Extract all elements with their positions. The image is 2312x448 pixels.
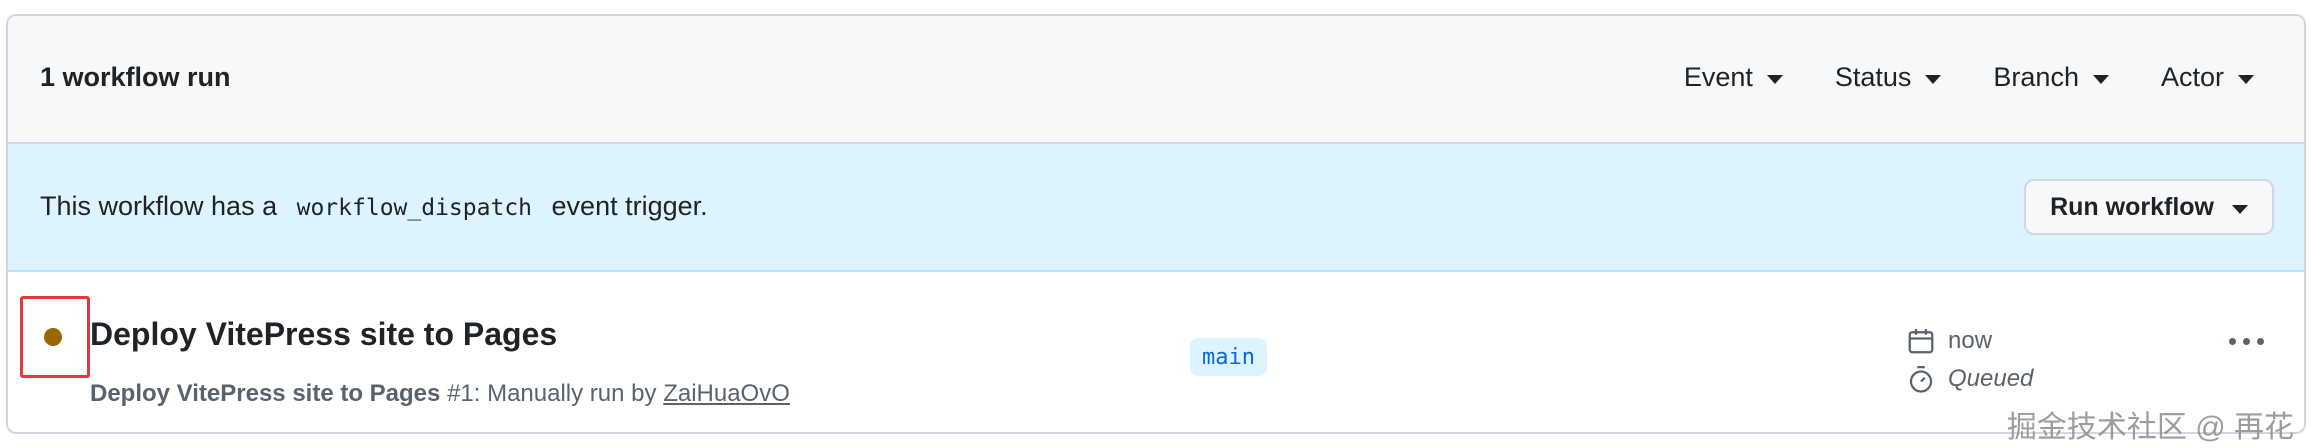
calendar-icon: [1908, 329, 1934, 354]
run-workflow-name: Deploy VitePress site to Pages: [90, 380, 441, 407]
chevron-down-icon: [1925, 75, 1942, 84]
branch-filter-label: Branch: [1993, 62, 2079, 92]
dispatch-message: This workflow has a workflow_dispatch ev…: [40, 191, 708, 222]
kebab-dot-icon: [2257, 338, 2264, 345]
status-filter-label: Status: [1834, 62, 1912, 92]
dispatch-event-code: workflow_dispatch: [296, 195, 533, 221]
watermark-text: 掘金技术社区 @ 再花: [2006, 411, 2294, 444]
run-title-link[interactable]: Deploy VitePress site to Pages: [90, 316, 557, 353]
chevron-down-icon: [2232, 204, 2248, 214]
workflow-run-row[interactable]: Deploy VitePress site to Pages Deploy Vi…: [8, 272, 2304, 432]
run-meta-text: #1: Manually run by: [447, 380, 657, 407]
workflow-runs-panel: 1 workflow run Event Status Branch Actor…: [6, 14, 2306, 434]
queued-status-icon: [44, 328, 62, 346]
run-workflow-label: Run workflow: [2050, 192, 2214, 221]
chevron-down-icon: [1766, 75, 1783, 84]
run-meta: Deploy VitePress site to Pages #1: Manua…: [90, 380, 790, 408]
dispatch-text-before: This workflow has a: [40, 191, 278, 221]
branch-badge[interactable]: main: [1190, 338, 1267, 376]
run-actor-link[interactable]: ZaiHuaOvO: [663, 380, 790, 407]
kebab-dot-icon: [2229, 338, 2236, 345]
run-status-text: Queued: [1948, 365, 2034, 392]
chevron-down-icon: [2092, 75, 2109, 84]
runs-count-title: 1 workflow run: [40, 62, 231, 92]
run-time: now: [1948, 327, 1993, 354]
runs-header: 1 workflow run Event Status Branch Actor: [8, 16, 2304, 144]
event-filter[interactable]: Event: [1684, 62, 1783, 93]
stopwatch-icon: [1909, 366, 1933, 393]
more-options-button[interactable]: [2229, 338, 2264, 345]
dispatch-banner: This workflow has a workflow_dispatch ev…: [8, 144, 2304, 272]
dispatch-text-after: event trigger.: [551, 191, 708, 221]
run-workflow-button[interactable]: Run workflow: [2024, 179, 2274, 235]
event-filter-label: Event: [1683, 62, 1753, 92]
chevron-down-icon: [2238, 75, 2254, 84]
actor-filter-label: Actor: [2160, 62, 2224, 92]
run-timing: now Queued: [1906, 322, 2033, 398]
kebab-dot-icon: [2243, 338, 2250, 345]
branch-filter[interactable]: Branch: [1993, 62, 2109, 93]
filter-bar: Event Status Branch Actor: [1684, 62, 2254, 93]
actor-filter[interactable]: Actor: [2161, 62, 2254, 93]
status-filter[interactable]: Status: [1835, 62, 1942, 93]
